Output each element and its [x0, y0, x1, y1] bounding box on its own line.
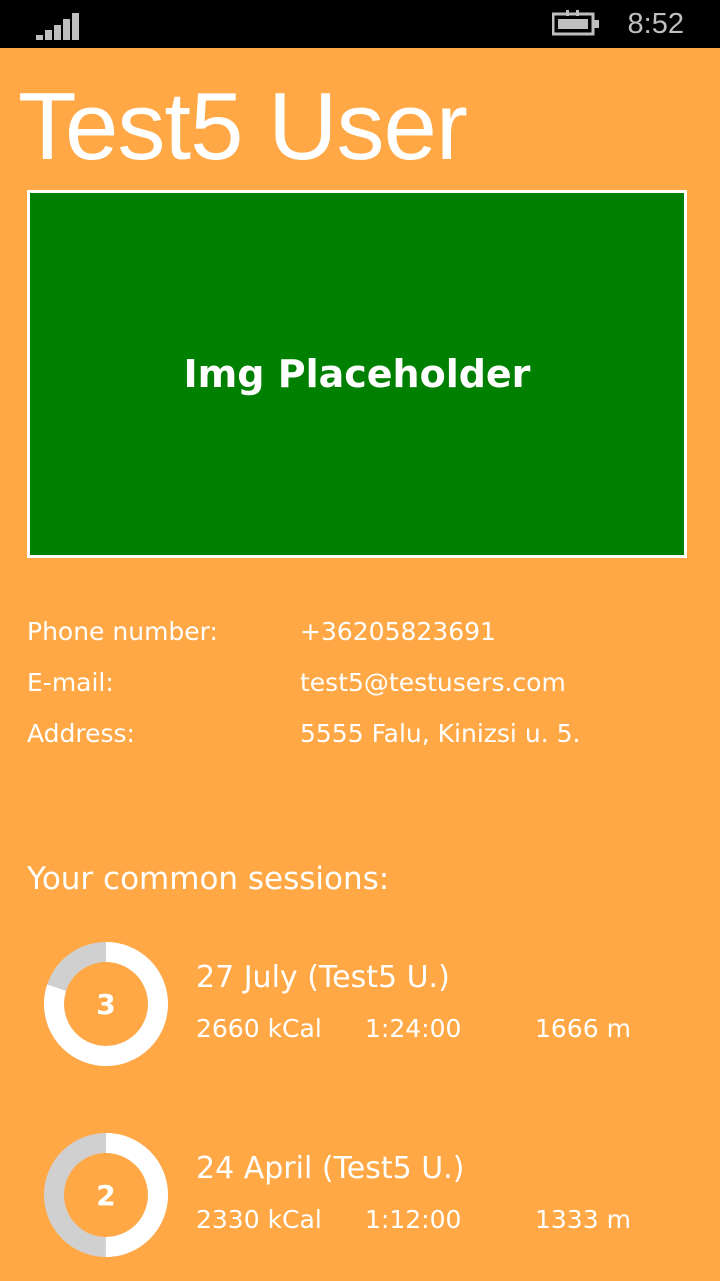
session-title: 24 April (Test5 U.) — [196, 1151, 465, 1186]
session-distance: 1333 m — [535, 1205, 631, 1234]
email-label: E-mail: — [27, 668, 114, 697]
email-value[interactable]: test5@testusers.com — [300, 665, 566, 701]
signal-strength-icon — [36, 12, 80, 40]
battery-charging-icon — [552, 10, 599, 36]
session-count: 2 — [96, 1178, 116, 1212]
session-distance: 1666 m — [535, 1014, 631, 1043]
address-value: 5555 Falu, Kinizsi u. 5. — [300, 719, 581, 748]
status-bar: 8:52 — [0, 0, 720, 48]
email-row: E-mail: test5@testusers.com — [27, 665, 687, 716]
address-label: Address: — [27, 719, 135, 748]
address-row: Address: 5555 Falu, Kinizsi u. 5. — [27, 716, 687, 767]
session-kcal: 2330 kCal — [196, 1205, 322, 1234]
session-item[interactable]: 3 27 July (Test5 U.) 2660 kCal 1:24:00 1… — [0, 940, 720, 1090]
session-title: 27 July (Test5 U.) — [196, 960, 450, 995]
contact-info: Phone number: +36205823691 E-mail: test5… — [27, 614, 687, 767]
status-clock: 8:52 — [627, 8, 684, 40]
sessions-heading: Your common sessions: — [27, 861, 390, 897]
session-duration: 1:24:00 — [365, 1014, 462, 1043]
phone-label: Phone number: — [27, 617, 218, 646]
phone-row: Phone number: +36205823691 — [27, 614, 687, 665]
session-kcal: 2660 kCal — [196, 1014, 322, 1043]
session-count: 3 — [96, 987, 116, 1021]
session-item[interactable]: 2 24 April (Test5 U.) 2330 kCal 1:12:00 … — [0, 1131, 720, 1281]
image-placeholder-label: Img Placeholder — [183, 352, 531, 396]
page-title: Test5 User — [18, 73, 468, 180]
phone-value[interactable]: +36205823691 — [300, 614, 496, 650]
profile-image-placeholder: Img Placeholder — [27, 190, 687, 558]
session-duration: 1:12:00 — [365, 1205, 462, 1234]
